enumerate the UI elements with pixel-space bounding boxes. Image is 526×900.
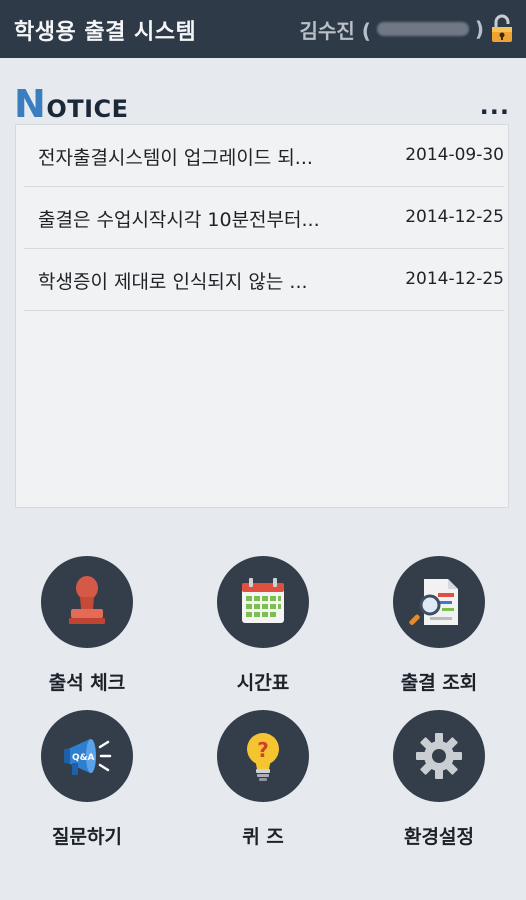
lightbulb-question-icon: ? [247,733,279,781]
document-search-icon [409,579,458,625]
attendance-check-label: 출석 체크 [48,672,126,694]
attendance-lookup-circle [393,556,485,648]
notice-title-rest: OTICE [46,95,129,123]
notice-item-date: 2014-12-25 [405,269,504,289]
notice-item[interactable]: 전자출결시스템이 업그레이드 되... 2014-09-30 [24,125,504,187]
user-id-close: ) [474,17,484,41]
user-id-redacted [376,22,469,36]
ask-question-button[interactable]: Q&A 질문하기 [12,710,162,850]
megaphone-qa-icon: Q&A [64,739,112,775]
attendance-check-circle [41,556,133,648]
notice-item-date: 2014-09-30 [405,145,504,165]
ask-question-label: 질문하기 [52,826,122,848]
notice-item-date: 2014-12-25 [405,207,504,227]
main-menu: 출석 체크 시간표 출결 조회 Q&A 질문하기 ? 퀴 즈 환경설정 [0,556,526,876]
notice-item-title: 전자출결시스템이 업그레이드 되... [38,147,313,169]
notice-item-title: 출결은 수업시작시각 10분전부터... [38,209,320,231]
gear-icon [416,733,462,779]
notice-title: NOTICE [14,84,129,129]
quiz-label: 퀴 즈 [242,826,284,848]
timetable-circle [217,556,309,648]
top-bar: 학생용 출결 시스템 김수진 ( ) [0,0,526,58]
quiz-button[interactable]: ? 퀴 즈 [188,710,338,850]
quiz-circle: ? [217,710,309,802]
stamp-icon [69,576,105,624]
notice-title-cap: N [14,82,47,126]
notice-item[interactable]: 출결은 수업시작시각 10분전부터... 2014-12-25 [24,187,504,249]
timetable-button[interactable]: 시간표 [188,556,338,696]
user-name: 김수진 ( [299,18,371,43]
svg-text:Q&A: Q&A [72,753,94,763]
settings-button[interactable]: 환경설정 [364,710,514,850]
lock-icon[interactable] [490,14,514,44]
calendar-icon [242,578,284,623]
app-title: 학생용 출결 시스템 [14,20,197,45]
notice-item[interactable]: 학생증이 제대로 인식되지 않는 ... 2014-12-25 [24,249,504,311]
ask-question-circle: Q&A [41,710,133,802]
settings-circle [393,710,485,802]
notice-header: NOTICE ... [14,84,512,124]
more-button[interactable]: ... [480,94,510,118]
notice-item-title: 학생증이 제대로 인식되지 않는 ... [38,271,308,293]
attendance-check-button[interactable]: 출석 체크 [12,556,162,696]
svg-text:?: ? [257,738,269,762]
attendance-lookup-label: 출결 조회 [400,672,478,694]
settings-label: 환경설정 [404,826,474,848]
timetable-label: 시간표 [236,672,290,694]
attendance-lookup-button[interactable]: 출결 조회 [364,556,514,696]
notice-list: 전자출결시스템이 업그레이드 되... 2014-09-30 출결은 수업시작시… [15,124,509,508]
user-info[interactable]: 김수진 ( ) [300,13,514,45]
